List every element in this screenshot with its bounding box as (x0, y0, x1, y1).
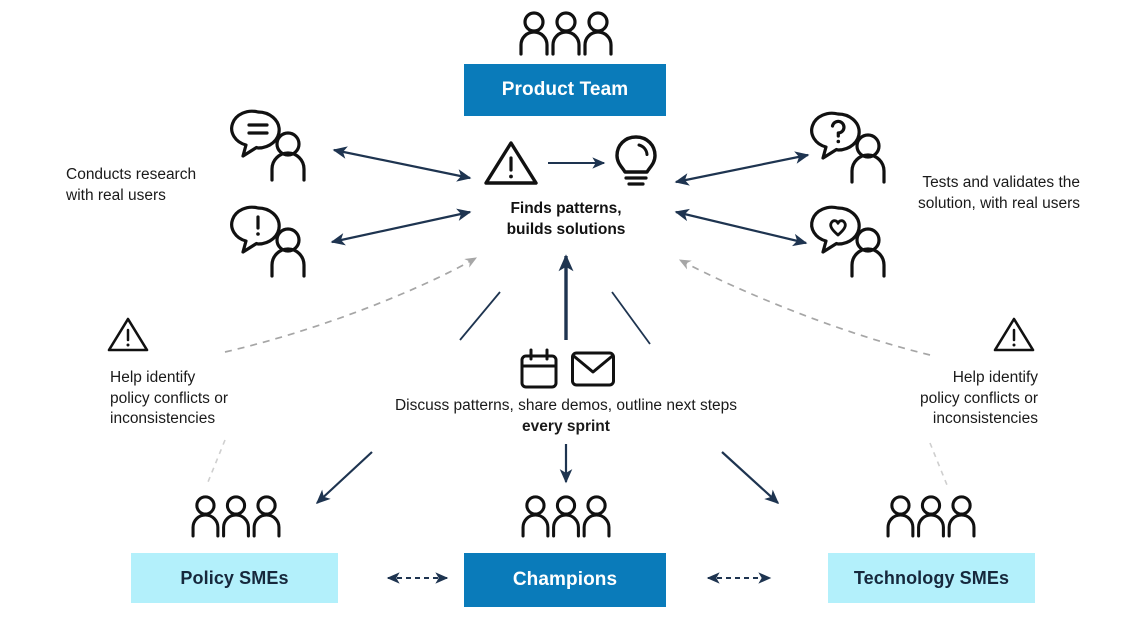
left-branch-caption: Conducts research with real users (66, 165, 256, 206)
node-technology-smes[interactable]: Technology SMEs (828, 553, 1035, 603)
warning-triangle-icon-policy-note (106, 316, 150, 354)
connector-center-to-validate-bottom (674, 208, 808, 247)
person-chat-question-icon (810, 111, 896, 184)
cadence-caption-emphasis: every sprint (522, 417, 610, 435)
right-branch-caption-line2: solution, with real users (918, 194, 1080, 212)
technology-sme-note-line2: policy conflicts or (919, 389, 1038, 407)
connector-technology-note-dotted (929, 442, 948, 486)
node-champions-label: Champions (512, 569, 618, 590)
people-group-icon-product-team (516, 10, 616, 56)
person-chat-exclamation-icon (230, 205, 316, 278)
center-hub-label-line2: builds solutions (506, 220, 626, 238)
envelope-icon (570, 350, 616, 388)
lightbulb-icon-center (612, 134, 660, 190)
connector-center-to-policy-smes (315, 451, 373, 504)
node-product-team-label: Product Team (501, 79, 629, 100)
people-group-icon-champions (516, 494, 616, 538)
node-technology-smes-label: Technology SMEs (853, 567, 1010, 588)
warning-triangle-icon-technology-note (992, 316, 1036, 354)
node-policy-smes[interactable]: Policy SMEs (131, 553, 338, 603)
center-hub-label-line1: Finds patterns, (510, 200, 622, 217)
center-hub-label: Finds patterns, builds solutions (446, 199, 686, 240)
cadence-caption: Discuss patterns, share demos, outline n… (336, 396, 796, 437)
policy-sme-note: Help identify policy conflicts or incons… (110, 368, 300, 430)
right-branch-caption: Tests and validates the solution, with r… (890, 173, 1080, 214)
policy-sme-note-line1: Help identify (110, 369, 196, 386)
connector-center-to-technology-smes (721, 451, 780, 504)
connector-diagonal-left (459, 291, 501, 341)
policy-sme-note-line3: inconsistencies (110, 410, 216, 428)
people-group-icon-policy-smes (186, 494, 286, 538)
node-product-team[interactable]: Product Team (464, 64, 666, 116)
people-group-icon-technology-smes (881, 494, 981, 538)
technology-sme-note-line3: inconsistencies (932, 410, 1038, 428)
connector-center-to-research-top (332, 146, 472, 182)
policy-sme-note-line2: policy conflicts or (110, 389, 229, 407)
warning-triangle-icon-center (483, 139, 539, 187)
technology-sme-note: Help identify policy conflicts or incons… (848, 368, 1038, 430)
left-branch-caption-line1: Conducts research (66, 166, 197, 183)
connector-diagonal-right (611, 291, 651, 345)
calendar-icon (519, 348, 559, 390)
diagram-canvas: Product Team Finds patterns, builds solu… (0, 0, 1142, 642)
connector-center-to-validate-top (674, 151, 810, 186)
node-champions[interactable]: Champions (464, 553, 666, 607)
node-policy-smes-label: Policy SMEs (180, 567, 289, 588)
connector-policy-note-dotted (207, 439, 226, 483)
technology-sme-note-line1: Help identify (952, 369, 1038, 386)
right-branch-caption-line1: Tests and validates the (922, 174, 1080, 191)
person-chat-heart-icon (810, 205, 896, 278)
left-branch-caption-line2: with real users (66, 186, 166, 204)
cadence-caption-text: Discuss patterns, share demos, outline n… (394, 397, 738, 414)
